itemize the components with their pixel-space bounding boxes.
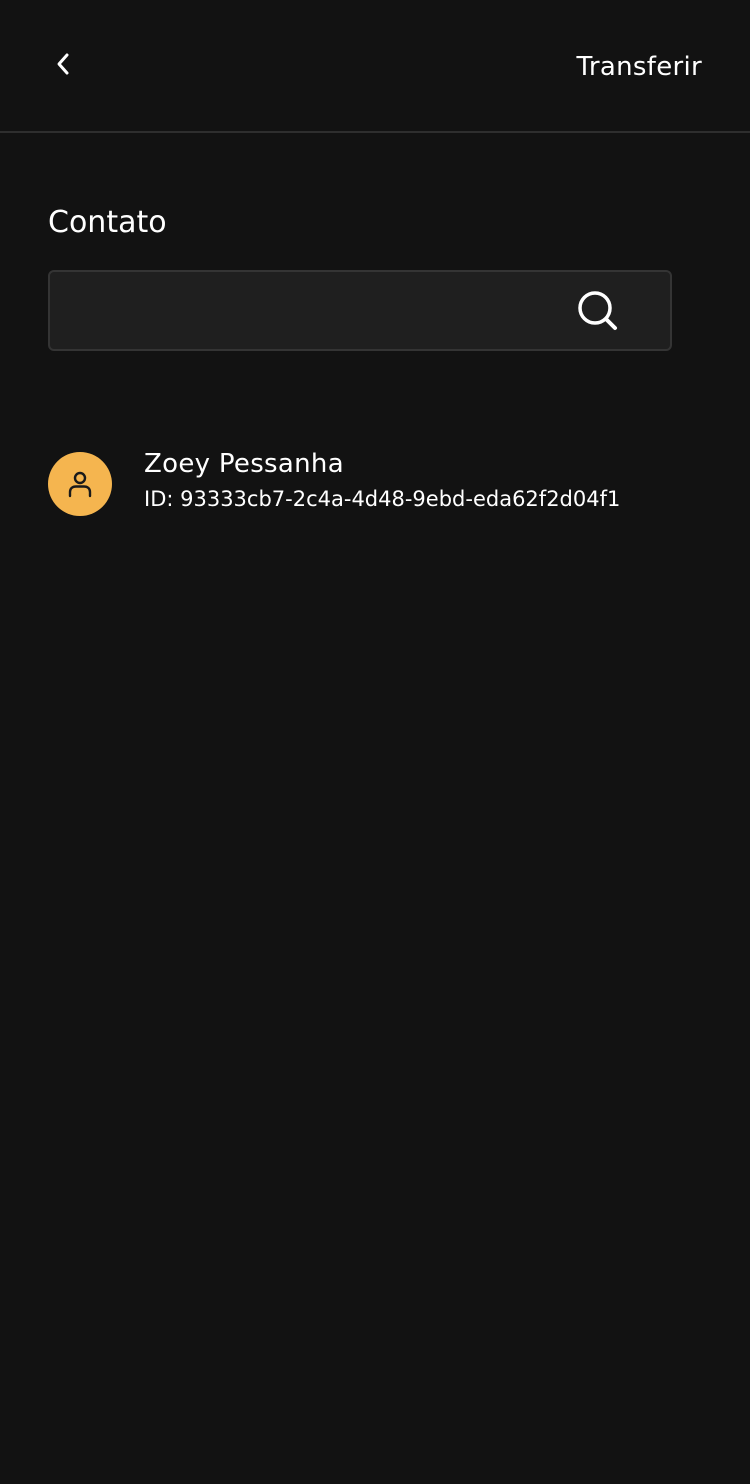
contact-id: ID: 93333cb7-2c4a-4d48-9ebd-eda62f2d04f1	[144, 487, 621, 511]
contact-label: Contato	[48, 205, 167, 240]
back-button[interactable]	[44, 42, 84, 86]
contact-search-box	[48, 270, 672, 351]
search-button[interactable]	[576, 289, 620, 333]
user-icon	[67, 470, 93, 498]
contact-list-item[interactable]: Zoey Pessanha ID: 93333cb7-2c4a-4d48-9eb…	[48, 446, 708, 522]
search-icon	[576, 289, 620, 333]
page-title: Transferir	[576, 52, 702, 82]
contact-search-input[interactable]	[66, 272, 550, 351]
avatar	[48, 452, 112, 516]
chevron-left-icon	[54, 51, 74, 77]
top-app-bar: Transferir	[0, 0, 750, 133]
contact-name: Zoey Pessanha	[144, 449, 344, 479]
